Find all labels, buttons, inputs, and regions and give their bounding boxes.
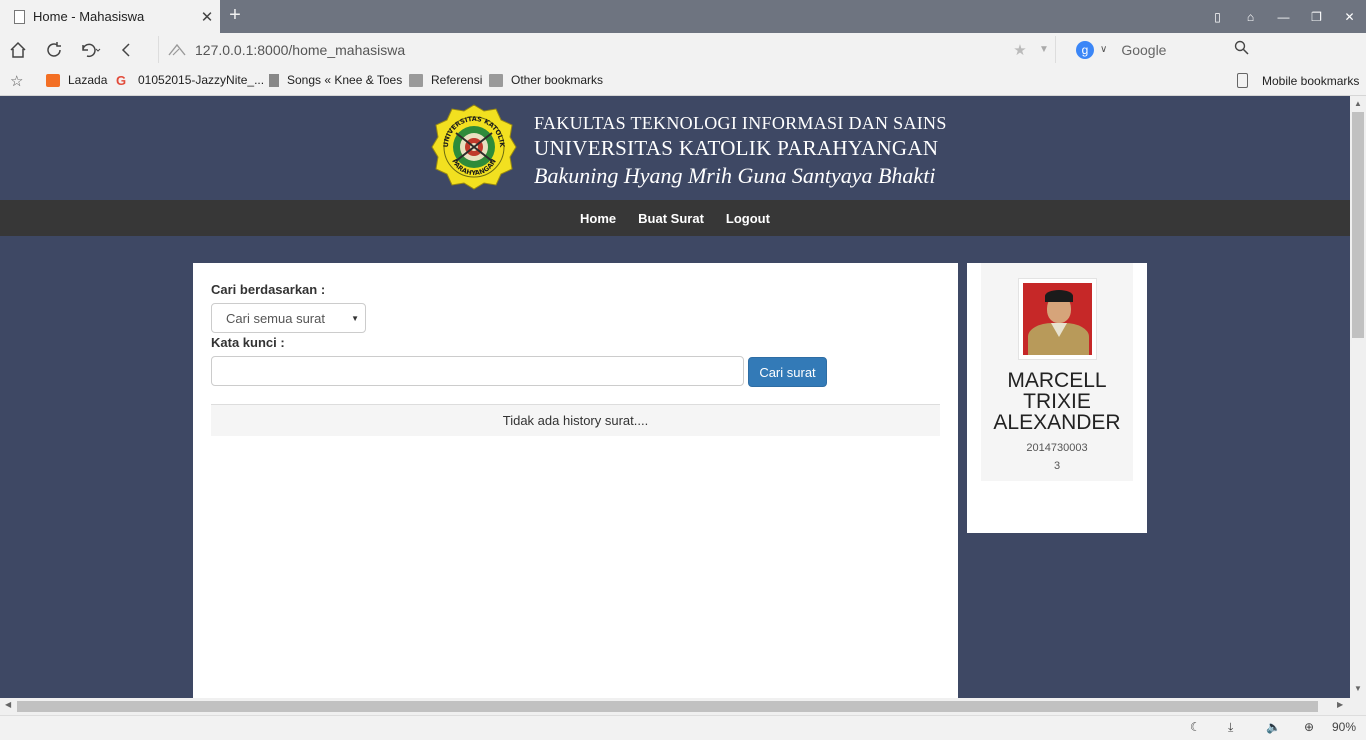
tab-overview-icon[interactable]: ▯ — [1201, 10, 1234, 24]
folder-icon — [409, 73, 423, 87]
student-id-line2: 3 — [1053, 460, 1061, 472]
keyword-input[interactable] — [211, 356, 744, 386]
page-icon — [269, 73, 279, 87]
site-info-icon[interactable] — [167, 43, 187, 57]
bookmark-label: Referensi — [431, 73, 483, 87]
vertical-scroll-thumb[interactable] — [1352, 112, 1364, 338]
university-motto: Bakuning Hyang Mrih Guna Santyaya Bhakti — [534, 163, 936, 188]
reload-icon[interactable] — [36, 33, 72, 66]
back-icon[interactable] — [108, 33, 144, 66]
nav-buat-surat[interactable]: Buat Surat — [627, 211, 715, 226]
university-name: UNIVERSITAS KATOLIK PARAHYANGAN — [534, 136, 939, 160]
horizontal-scrollbar[interactable]: ◀ ▶ — [0, 698, 1350, 715]
student-id: 2014730003 3 — [981, 439, 1133, 475]
zoom-level[interactable]: 90% — [1332, 720, 1356, 734]
bookmark-star-icon[interactable]: ☆ — [10, 72, 23, 90]
profile-photo — [1018, 278, 1097, 360]
bookmark-jazzynite[interactable]: G 01052015-JazzyNite_... — [116, 73, 264, 87]
horizontal-scroll-thumb[interactable] — [17, 701, 1318, 712]
search-type-select[interactable]: Cari semua surat ▼ — [211, 303, 366, 333]
dropdown-arrow-icon: ▼ — [351, 314, 359, 323]
search-button[interactable]: Cari surat — [748, 357, 827, 387]
browser-tab[interactable]: Home - Mahasiswa ✕ — [0, 0, 220, 33]
skin-icon[interactable]: ⌂ — [1234, 10, 1267, 24]
bookmark-mobile[interactable]: Mobile bookmarks — [1237, 73, 1359, 88]
university-title: FAKULTAS TEKNOLOGI INFORMASI DAN SAINS U… — [534, 113, 947, 189]
profile-card: MARCELL TRIXIE ALEXANDER 2014730003 3 — [981, 263, 1133, 481]
home-icon[interactable] — [0, 33, 36, 66]
bookmark-label: Mobile bookmarks — [1262, 73, 1360, 88]
scroll-right-icon[interactable]: ▶ — [1337, 700, 1343, 709]
search-panel: Cari berdasarkan : Cari semua surat ▼ Ka… — [193, 263, 958, 698]
bookmark-lazada[interactable]: Lazada — [46, 73, 107, 87]
mobile-icon — [1237, 73, 1248, 88]
google-icon: G — [116, 72, 127, 88]
bookmark-other[interactable]: Other bookmarks — [489, 73, 603, 87]
address-bar[interactable]: 127.0.0.1:8000/home_mahasiswa ★ ▼ — [158, 36, 1056, 63]
document-icon — [14, 9, 25, 24]
page-viewport: UNIVERSITAS KATOLIK PARAHYANGAN FAKULTAS… — [0, 96, 1350, 698]
history-empty-message: Tidak ada history surat.... — [211, 404, 940, 436]
window-controls: ▯ ⌂ — ❐ ✕ — [1201, 0, 1366, 33]
search-engine-icon[interactable]: g — [1076, 40, 1094, 59]
faculty-name: FAKULTAS TEKNOLOGI INFORMASI DAN SAINS — [534, 113, 947, 133]
url-text[interactable]: 127.0.0.1:8000/home_mahasiswa — [195, 42, 1007, 58]
scroll-down-icon[interactable]: ▼ — [1350, 684, 1366, 693]
bookmark-label: Songs « Knee & Toes — [287, 73, 403, 87]
folder-icon — [489, 73, 503, 87]
keyword-label: Kata kunci : — [211, 335, 285, 350]
search-box[interactable]: g ∨ Google — [1068, 36, 1258, 63]
site-header: UNIVERSITAS KATOLIK PARAHYANGAN FAKULTAS… — [0, 96, 1350, 200]
search-type-value: Cari semua surat — [226, 310, 325, 326]
university-logo: UNIVERSITAS KATOLIK PARAHYANGAN — [431, 104, 517, 190]
undo-close-icon[interactable] — [72, 33, 108, 66]
nav-home[interactable]: Home — [569, 211, 627, 226]
night-mode-icon[interactable]: ☾ — [1190, 720, 1201, 734]
tab-title: Home - Mahasiswa — [33, 9, 145, 24]
chevron-down-icon[interactable]: ∨ — [1100, 44, 1107, 55]
address-toolbar: 127.0.0.1:8000/home_mahasiswa ★ ▼ g ∨ Go… — [0, 33, 1366, 92]
zoom-icon[interactable]: ⊕ — [1304, 720, 1314, 734]
close-tab-icon[interactable]: ✕ — [194, 8, 220, 26]
bookmark-label: Lazada — [68, 73, 108, 87]
search-engine-name[interactable]: Google — [1121, 42, 1234, 58]
main-nav: Home Buat Surat Logout — [0, 200, 1350, 236]
vertical-scrollbar[interactable]: ▲ ▼ — [1350, 96, 1366, 698]
student-id-line1: 2014730003 — [1026, 442, 1088, 454]
download-icon[interactable]: ⤓ — [1228, 720, 1233, 735]
bookmarks-bar: ☆ Lazada G 01052015-JazzyNite_... Songs … — [0, 66, 1366, 96]
status-bar: ☾ ⤓ 🔈 ⊕ 90% — [0, 715, 1366, 740]
scrollbar-corner — [1350, 698, 1366, 715]
scroll-left-icon[interactable]: ◀ — [5, 700, 11, 709]
nav-logout[interactable]: Logout — [715, 211, 781, 226]
student-name: MARCELL TRIXIE ALEXANDER — [993, 369, 1121, 434]
close-window-icon[interactable]: ✕ — [1333, 10, 1366, 24]
new-tab-button[interactable]: + — [224, 4, 246, 28]
volume-icon[interactable]: 🔈 — [1266, 720, 1281, 734]
search-icon[interactable] — [1234, 40, 1258, 59]
scroll-up-icon[interactable]: ▲ — [1350, 99, 1366, 108]
bookmark-songs[interactable]: Songs « Knee & Toes — [269, 73, 402, 87]
browser-tab-strip: Home - Mahasiswa ✕ + ▯ ⌂ — ❐ ✕ — [0, 0, 1366, 33]
chevron-down-icon[interactable]: ▼ — [1033, 44, 1055, 55]
minimize-icon[interactable]: — — [1267, 10, 1300, 24]
profile-panel: MARCELL TRIXIE ALEXANDER 2014730003 3 — [967, 263, 1147, 533]
bookmark-label: 01052015-JazzyNite_... — [138, 73, 265, 87]
bookmark-label: Other bookmarks — [511, 73, 604, 87]
bookmark-star-icon[interactable]: ★ — [1007, 41, 1033, 59]
restore-icon[interactable]: ❐ — [1300, 10, 1333, 24]
search-by-label: Cari berdasarkan : — [211, 282, 326, 297]
lazada-icon — [46, 73, 60, 87]
bookmark-referensi[interactable]: Referensi — [409, 73, 482, 87]
